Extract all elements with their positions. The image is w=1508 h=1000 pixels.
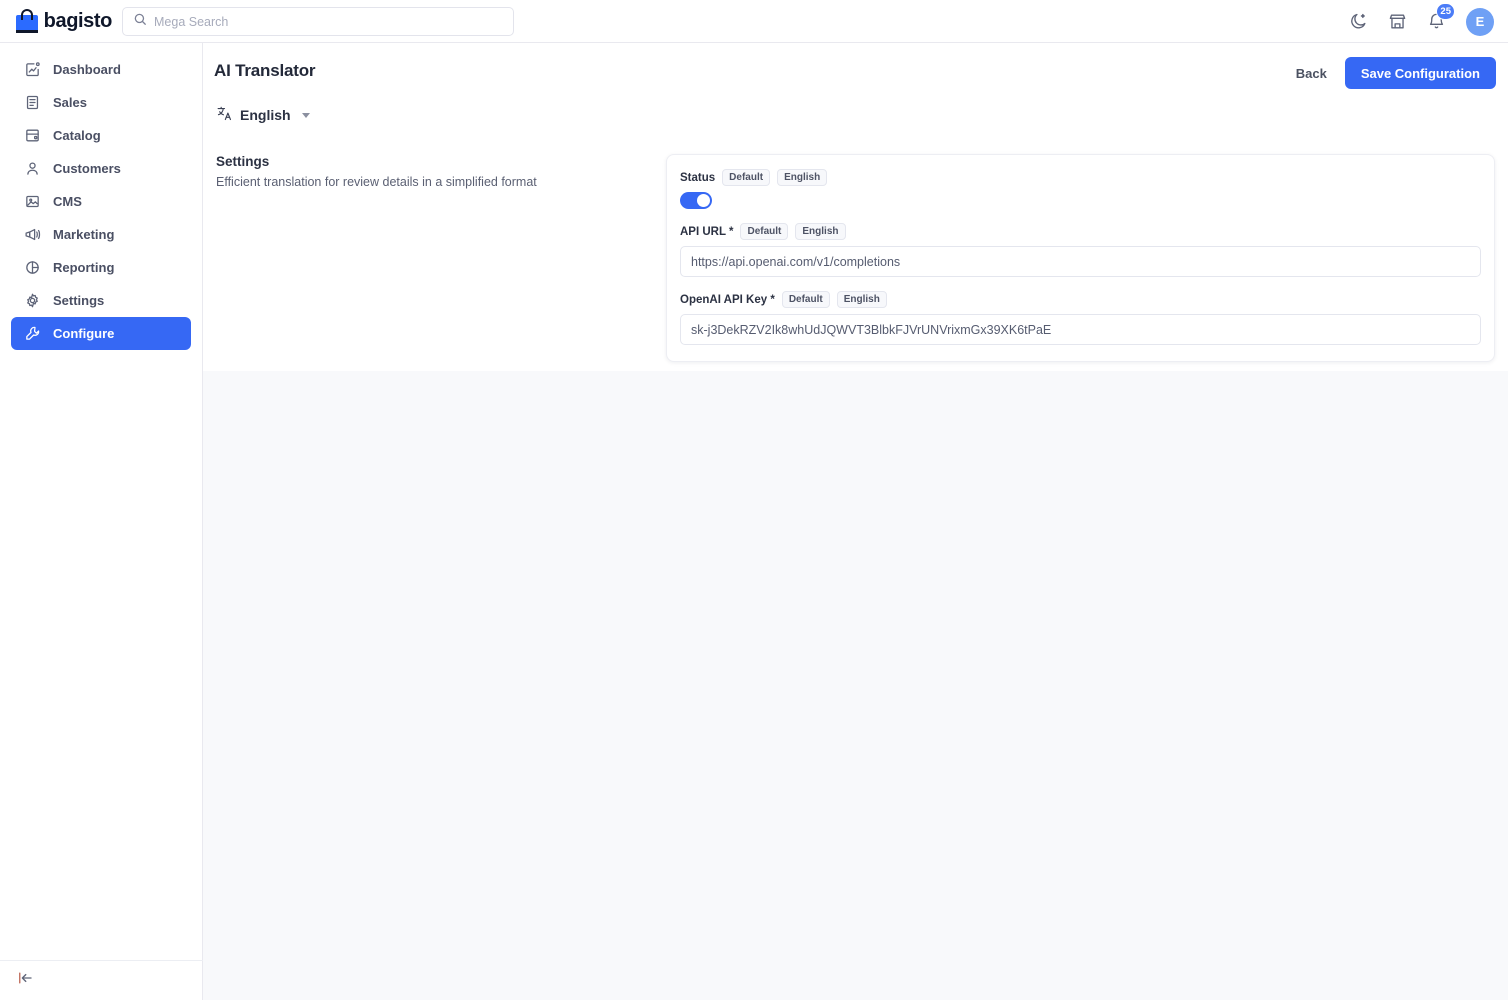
status-toggle[interactable] — [680, 192, 712, 209]
shopping-bag-icon — [16, 9, 38, 33]
settings-row: Settings Efficient translation for revie… — [203, 127, 1508, 362]
sales-icon — [23, 94, 41, 112]
catalog-icon — [23, 127, 41, 145]
brand-logo[interactable]: bagisto — [16, 9, 112, 33]
search-icon — [133, 12, 147, 31]
sidebar-item-label: Marketing — [53, 227, 115, 242]
page-header-actions: Back Save Configuration — [1296, 57, 1496, 89]
chip-default: Default — [722, 169, 771, 186]
brand-name: bagisto — [43, 9, 113, 32]
moon-icon[interactable] — [1349, 12, 1368, 31]
sidebar-item-label: Sales — [53, 95, 87, 110]
toggle-knob — [697, 194, 710, 207]
field-label-row: Status Default English — [680, 169, 1481, 186]
chip-locale: English — [795, 223, 846, 240]
sidebar-item-label: CMS — [53, 194, 82, 209]
sidebar-item-label: Reporting — [53, 260, 115, 275]
field-label-text: OpenAI API Key — [680, 293, 768, 306]
sidebar: Dashboard Sales Catalog Customers CMS Ma… — [0, 43, 203, 1000]
cms-icon — [23, 193, 41, 211]
required-marker: * — [729, 225, 734, 238]
sidebar-item-reporting[interactable]: Reporting — [11, 251, 191, 284]
field-openai-api-key: OpenAI API Key * Default English — [680, 291, 1481, 345]
bell-icon[interactable]: 25 — [1427, 3, 1455, 31]
dashboard-icon — [23, 61, 41, 79]
sidebar-item-label: Catalog — [53, 128, 101, 143]
settings-meta: Settings Efficient translation for revie… — [212, 154, 662, 189]
field-label: Status — [680, 171, 716, 184]
field-api-url: API URL * Default English — [680, 223, 1481, 277]
chip-default: Default — [781, 291, 830, 308]
sidebar-item-sales[interactable]: Sales — [11, 86, 191, 119]
sidebar-item-cms[interactable]: CMS — [11, 185, 191, 218]
save-configuration-button[interactable]: Save Configuration — [1344, 57, 1496, 89]
reporting-icon — [23, 259, 41, 277]
translate-icon — [216, 105, 233, 125]
sidebar-item-settings[interactable]: Settings — [11, 284, 191, 317]
mega-search-box[interactable] — [122, 7, 514, 36]
app-root: bagisto Mega Search 25 E Dashboard Sales… — [0, 0, 1508, 1000]
chip-locale: English — [777, 169, 828, 186]
language-label: English — [240, 107, 291, 123]
chevron-down-icon — [301, 112, 310, 118]
top-header: bagisto Mega Search 25 E — [0, 0, 1508, 43]
notification-badge: 25 — [1436, 3, 1455, 20]
store-icon[interactable] — [1388, 12, 1407, 31]
field-label: API URL * — [680, 226, 733, 238]
header-actions: 25 E — [1349, 0, 1494, 43]
collapse-sidebar-button[interactable] — [0, 960, 203, 1000]
field-label-text: API URL — [680, 225, 726, 238]
settings-section-title: Settings — [216, 154, 270, 169]
customers-icon — [23, 160, 41, 178]
sidebar-item-label: Settings — [53, 293, 105, 308]
page-header: AI Translator Back Save Configuration — [203, 43, 1508, 95]
sidebar-item-configure[interactable]: Configure — [11, 317, 191, 350]
search-input[interactable] — [154, 14, 503, 29]
field-status: Status Default English — [680, 169, 1481, 209]
content-panel: AI Translator Back Save Configuration En… — [203, 43, 1508, 371]
back-button[interactable]: Back — [1296, 66, 1327, 81]
language-switcher-row: English — [203, 95, 1508, 127]
sidebar-item-marketing[interactable]: Marketing — [11, 218, 191, 251]
field-label-row: OpenAI API Key * Default English — [680, 291, 1481, 308]
sidebar-item-customers[interactable]: Customers — [11, 152, 191, 185]
sidebar-item-dashboard[interactable]: Dashboard — [11, 53, 191, 86]
page-title: AI Translator — [214, 61, 316, 80]
sidebar-nav: Dashboard Sales Catalog Customers CMS Ma… — [0, 43, 202, 350]
sidebar-item-label: Dashboard — [53, 62, 121, 77]
field-label: OpenAI API Key * — [680, 294, 775, 306]
chip-default: Default — [740, 223, 789, 240]
required-marker: * — [770, 293, 775, 306]
openai-api-key-input[interactable] — [680, 314, 1481, 345]
settings-icon — [23, 292, 41, 310]
api-url-input[interactable] — [680, 246, 1481, 277]
sidebar-item-label: Customers — [53, 161, 121, 176]
marketing-icon — [23, 226, 41, 244]
collapse-sidebar-icon — [16, 969, 34, 992]
settings-section-description: Efficient translation for review details… — [216, 175, 537, 189]
sidebar-item-catalog[interactable]: Catalog — [11, 119, 191, 152]
sidebar-item-label: Configure — [53, 326, 115, 341]
avatar[interactable]: E — [1466, 7, 1494, 36]
configure-icon — [23, 325, 41, 343]
field-label-row: API URL * Default English — [680, 223, 1481, 240]
chip-locale: English — [836, 291, 887, 308]
language-switcher[interactable]: English — [216, 105, 310, 125]
main-content: AI Translator Back Save Configuration En… — [203, 43, 1508, 1000]
settings-form-card: Status Default English API URL * Default… — [666, 154, 1495, 362]
